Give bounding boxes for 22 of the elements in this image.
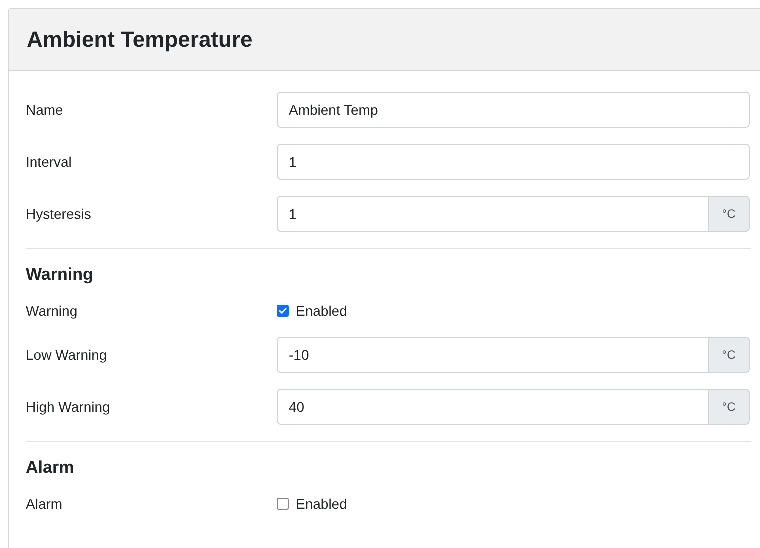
field-label: Hysteresis (26, 206, 92, 222)
field-label: High Warning (26, 399, 112, 415)
checkbox-label[interactable]: Enabled (296, 303, 348, 319)
field-label: Low Warning (26, 347, 108, 363)
section-heading: Warning (26, 264, 94, 286)
checkbox[interactable] (277, 498, 289, 510)
input-field[interactable]: Ambient Temp (277, 92, 750, 128)
checkbox[interactable] (277, 305, 289, 317)
input-field[interactable]: 1 (277, 144, 750, 180)
field-label: Name (26, 102, 64, 118)
input-field[interactable]: -10 (277, 337, 709, 373)
unit-addon: °C (709, 337, 750, 373)
field-label: Alarm (26, 496, 64, 512)
input-field[interactable]: 1 (277, 196, 709, 232)
card-title: Ambient Temperature (27, 26, 253, 52)
field-label: Interval (26, 154, 73, 170)
input-field[interactable]: 40 (277, 389, 709, 425)
unit-addon: °C (709, 196, 750, 232)
unit-addon: °C (709, 389, 750, 425)
field-label: Warning (26, 303, 79, 319)
section-heading: Alarm (26, 457, 76, 479)
checkbox-label[interactable]: Enabled (296, 496, 348, 512)
